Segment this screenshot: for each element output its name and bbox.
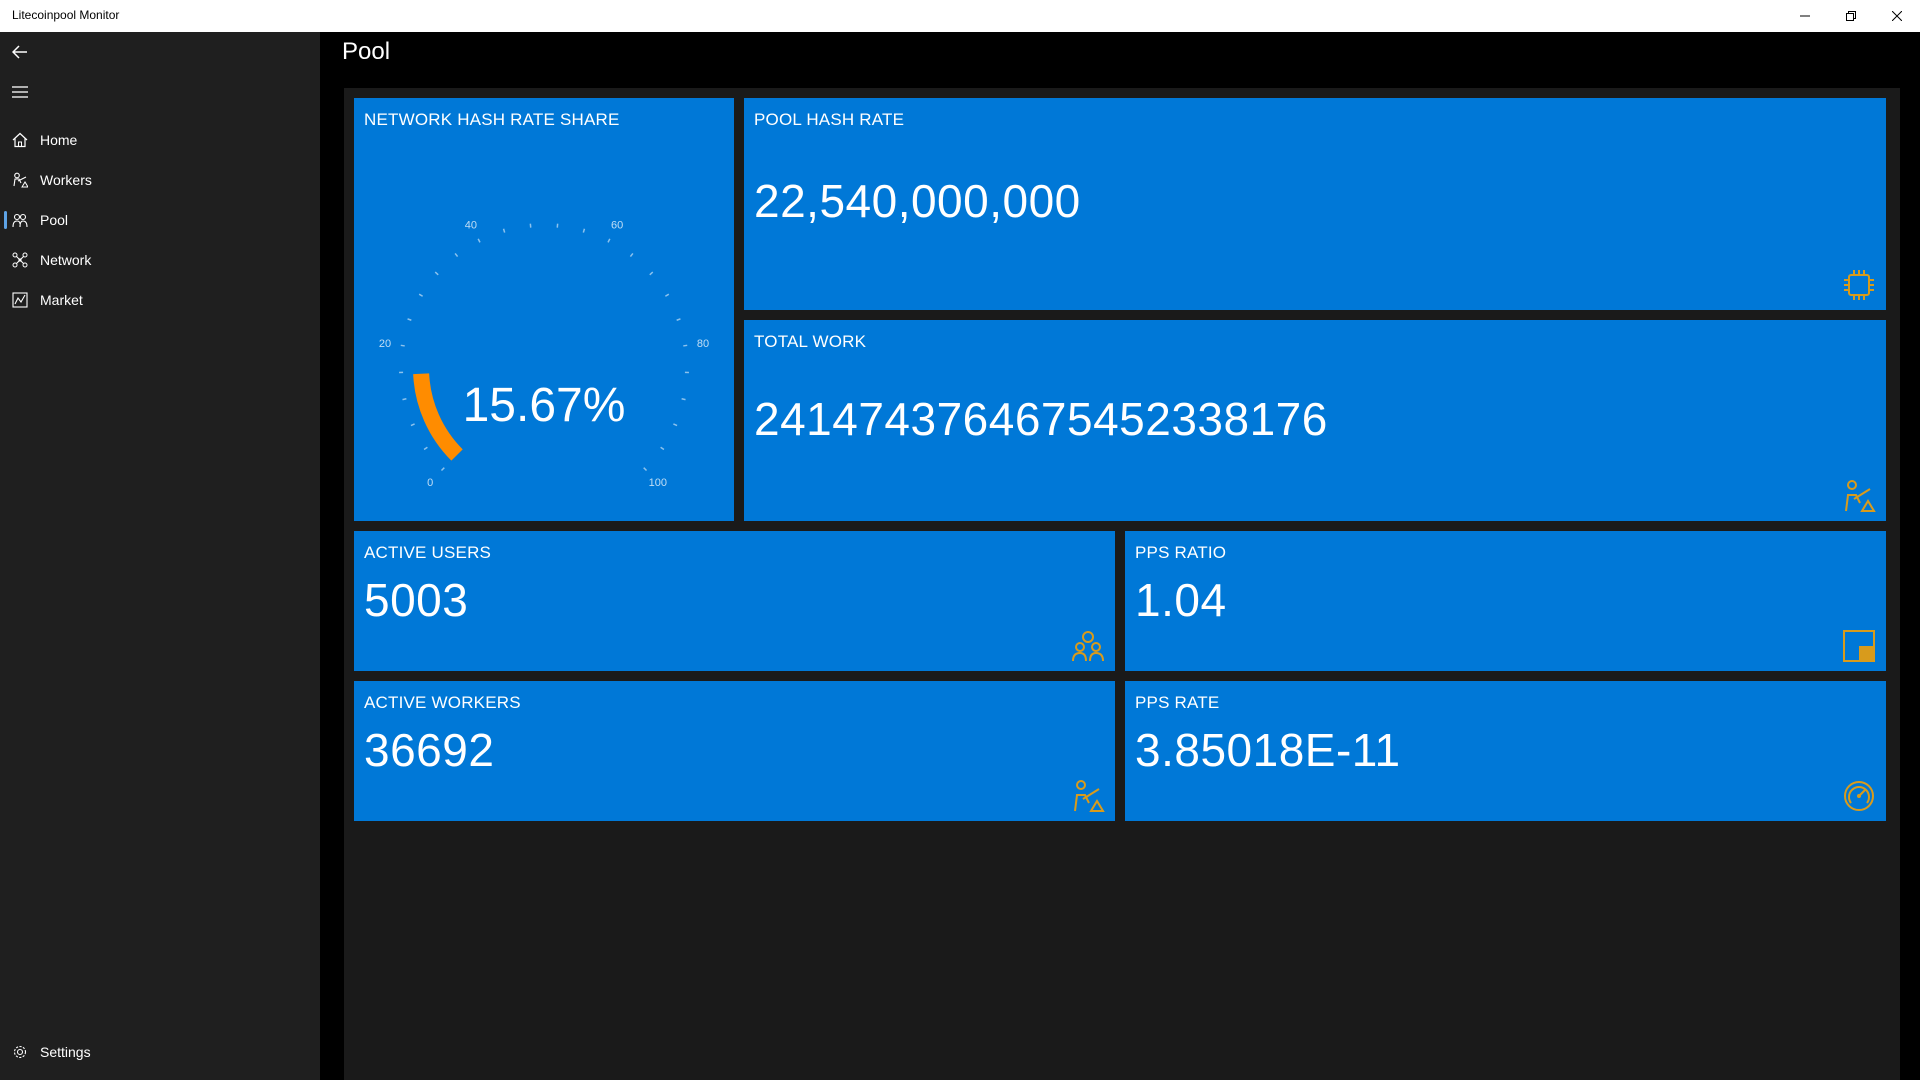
gauge-tick: [649, 271, 654, 276]
gear-icon: [0, 1032, 40, 1072]
gauge-value: 15.67%: [462, 379, 626, 432]
nav-item-network[interactable]: Network: [0, 240, 320, 280]
tile-value: 3.85018E-11: [1135, 724, 1401, 776]
gauge-tick-label: 80: [697, 338, 709, 350]
workers-icon: [0, 160, 40, 200]
settings-label: Settings: [40, 1044, 91, 1060]
title-bar: Litecoinpool Monitor: [0, 0, 1920, 32]
gauge-tick: [607, 238, 611, 243]
home-icon: [0, 120, 40, 160]
gauge-tick: [423, 446, 428, 451]
speedometer-icon: [1844, 781, 1874, 811]
tile-pool-hash-rate[interactable]: POOL HASH RATE 22,540,000,000: [744, 98, 1886, 310]
tile-value: 22,540,000,000: [754, 175, 1081, 227]
gauge-tick-label: 0: [427, 477, 433, 489]
worker-icon: [1845, 480, 1876, 512]
close-button[interactable]: [1874, 0, 1920, 32]
network-icon: [0, 240, 40, 280]
gauge-tick: [676, 318, 681, 321]
tile-pps-ratio[interactable]: PPS RATIO 1.04: [1125, 531, 1886, 671]
nav-item-label: Home: [40, 132, 78, 148]
nav-item-pool[interactable]: Pool: [0, 200, 320, 240]
tile-active-workers[interactable]: ACTIVE WORKERS 36692: [354, 681, 1115, 821]
pool-icon: [0, 200, 40, 240]
gauge-tick: [454, 252, 459, 258]
nav-item-market[interactable]: Market: [0, 280, 320, 320]
gauge-tick: [683, 344, 688, 347]
restore-button[interactable]: [1828, 0, 1874, 32]
nav-item-label: Network: [40, 252, 92, 268]
market-icon: [0, 280, 40, 320]
navigation-pane: Home Workers Pool Network Market Setting…: [0, 32, 320, 1080]
tile-value: 2414743764675452338176: [754, 393, 1328, 445]
cpu-icon: [1844, 270, 1874, 300]
tile-label: PPS RATE: [1135, 693, 1220, 712]
tile-label: PPS RATIO: [1135, 543, 1227, 562]
users-icon: [1072, 631, 1104, 662]
tile-pps-rate[interactable]: PPS RATE 3.85018E-11: [1125, 681, 1886, 821]
tile-label: ACTIVE WORKERS: [364, 693, 521, 712]
gauge-tick: [434, 271, 439, 276]
gauge-tick-label: 20: [379, 338, 391, 350]
tile-value: 5003: [364, 574, 469, 626]
gauge-tick: [400, 344, 405, 347]
tile-value: 36692: [364, 724, 495, 776]
close-icon: [1892, 11, 1902, 21]
page-title: Pool: [342, 38, 391, 65]
gauge-tick: [664, 293, 670, 297]
gauge-tick: [440, 467, 445, 472]
nav-item-workers[interactable]: Workers: [0, 160, 320, 200]
nav-item-settings[interactable]: Settings: [0, 1032, 320, 1072]
hamburger-menu-button[interactable]: [0, 72, 40, 112]
gauge-tick: [407, 318, 412, 321]
gauge-chart: 0 20 40 60 80 100: [379, 220, 709, 489]
tile-label: ACTIVE USERS: [364, 543, 492, 562]
gauge-tick: [418, 293, 424, 297]
tile-value: 1.04: [1135, 574, 1227, 626]
tile-total-work[interactable]: TOTAL WORK 2414743764675452338176: [744, 320, 1886, 521]
gauge-tick: [660, 446, 665, 451]
back-button[interactable]: [0, 32, 40, 72]
nav-item-home[interactable]: Home: [0, 120, 320, 160]
gauge-tick-label: 60: [611, 220, 623, 232]
back-arrow-icon: [12, 45, 27, 59]
nav-item-label: Pool: [40, 212, 69, 228]
tile-active-users[interactable]: ACTIVE USERS 5003: [354, 531, 1115, 671]
nav-item-label: Workers: [40, 172, 92, 188]
tile-label: POOL HASH RATE: [754, 110, 905, 129]
dashboard-content: NETWORK HASH RATE SHARE 0 20 40 60 80 100 15.…: [344, 88, 1900, 1080]
ratio-icon: [1843, 630, 1875, 662]
tile-network-hash-rate-share[interactable]: NETWORK HASH RATE SHARE 0 20 40 60 80 100 15.…: [354, 98, 734, 521]
gauge-tick-label: 40: [465, 220, 477, 232]
hamburger-icon: [12, 86, 28, 98]
gauge-tick-label: 100: [649, 477, 667, 489]
minimize-button[interactable]: [1782, 0, 1828, 32]
window-title: Litecoinpool Monitor: [12, 8, 120, 22]
gauge-tick: [643, 467, 648, 472]
gauge-tick: [502, 228, 506, 233]
gauge-tick: [582, 228, 586, 233]
restore-icon: [1846, 11, 1856, 21]
gauge-tick: [629, 252, 634, 258]
worker-icon: [1074, 780, 1105, 812]
nav-item-label: Market: [40, 292, 83, 308]
tile-label: TOTAL WORK: [754, 332, 867, 351]
minimize-icon: [1800, 15, 1810, 17]
gauge-tick: [477, 238, 481, 243]
